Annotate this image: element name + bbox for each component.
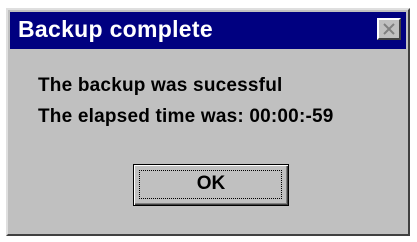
title-bar[interactable]: Backup complete xyxy=(10,12,406,49)
backup-complete-dialog: Backup complete The backup was sucessful… xyxy=(6,8,410,236)
close-button[interactable] xyxy=(377,18,401,40)
ok-button[interactable]: OK xyxy=(133,164,289,206)
close-icon xyxy=(383,23,395,35)
success-message: The backup was sucessful xyxy=(38,75,283,96)
ok-button-label: OK xyxy=(196,173,226,194)
elapsed-time-message: The elapsed time was: 00:00:-59 xyxy=(38,106,334,127)
dialog-title: Backup complete xyxy=(18,16,213,42)
